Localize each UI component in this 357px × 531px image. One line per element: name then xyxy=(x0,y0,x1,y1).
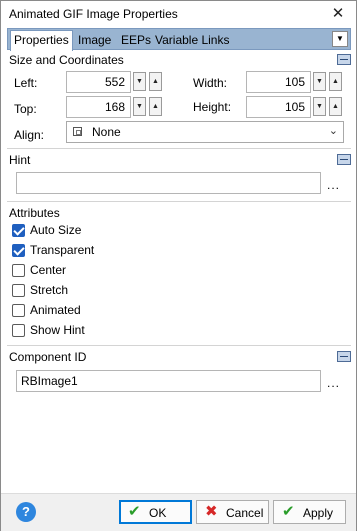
checkbox-label: Stretch xyxy=(30,283,69,297)
tab-eeps[interactable]: EEPs xyxy=(118,31,154,50)
height-increment-icon[interactable]: ▲ xyxy=(329,97,342,116)
width-decrement-icon[interactable]: ▼ xyxy=(313,72,326,91)
checkbox-label: Show Hint xyxy=(30,323,85,337)
tab-dropdown-icon[interactable]: ▼ xyxy=(332,31,348,47)
help-icon[interactable]: ? xyxy=(16,502,36,522)
top-input[interactable]: 168 xyxy=(66,96,131,118)
width-label: Width: xyxy=(193,76,228,90)
left-increment-icon[interactable]: ▲ xyxy=(149,72,162,91)
size-collapse-icon[interactable] xyxy=(337,54,351,65)
checkbox-box xyxy=(12,284,25,297)
checkbox-label: Center xyxy=(30,263,67,277)
height-decrement-icon[interactable]: ▼ xyxy=(313,97,326,116)
tab-variable-links[interactable]: Variable Links xyxy=(152,31,232,50)
left-input[interactable]: 552 xyxy=(66,71,131,93)
checkbox-box xyxy=(12,224,25,237)
checkbox-label: Transparent xyxy=(30,243,95,257)
divider xyxy=(7,345,351,346)
top-label: Top: xyxy=(14,102,37,116)
component-id-collapse-icon[interactable] xyxy=(337,351,351,362)
tab-bar: Properties Image EEPs Variable Links ▼ xyxy=(7,28,351,51)
title-bar: Animated GIF Image Properties ✕ xyxy=(1,1,356,27)
component-id-group-header: Component ID xyxy=(9,350,87,364)
hint-collapse-icon[interactable] xyxy=(337,154,351,165)
align-value: None xyxy=(92,125,121,139)
hint-input[interactable] xyxy=(16,172,321,194)
tab-properties[interactable]: Properties xyxy=(10,30,73,51)
divider xyxy=(7,201,351,202)
window-title: Animated GIF Image Properties xyxy=(9,7,178,21)
align-select[interactable]: None ⌄ xyxy=(66,121,344,143)
align-none-icon xyxy=(73,127,82,136)
component-id-browse-button[interactable]: ... xyxy=(327,376,340,390)
top-decrement-icon[interactable]: ▼ xyxy=(133,97,146,116)
checkbox-box xyxy=(12,304,25,317)
ok-label: OK xyxy=(149,506,167,520)
left-label: Left: xyxy=(14,76,38,90)
ok-button[interactable]: ✔ OK xyxy=(119,500,192,524)
width-input[interactable]: 105 xyxy=(246,71,311,93)
divider xyxy=(7,148,351,149)
hint-group-header: Hint xyxy=(9,153,31,167)
button-bar: ? ✔ OK ✖ Cancel ✔ Apply xyxy=(1,493,356,531)
properties-dialog: Animated GIF Image Properties ✕ Properti… xyxy=(0,0,357,531)
double-check-icon: ✔ xyxy=(282,503,295,520)
cancel-button[interactable]: ✖ Cancel xyxy=(196,500,269,524)
checkbox-box xyxy=(12,264,25,277)
hint-browse-button[interactable]: ... xyxy=(327,178,340,192)
size-group-header: Size and Coordinates xyxy=(9,53,124,67)
cancel-x-icon: ✖ xyxy=(205,503,218,520)
height-input[interactable]: 105 xyxy=(246,96,311,118)
checkbox-label: Animated xyxy=(30,303,81,317)
top-increment-icon[interactable]: ▲ xyxy=(149,97,162,116)
cancel-label: Cancel xyxy=(226,506,264,520)
checkmark-icon: ✔ xyxy=(128,503,141,520)
close-icon[interactable]: ✕ xyxy=(328,4,348,24)
component-id-input[interactable]: RBImage1 xyxy=(16,370,321,392)
width-increment-icon[interactable]: ▲ xyxy=(329,72,342,91)
apply-button[interactable]: ✔ Apply xyxy=(273,500,346,524)
tab-image[interactable]: Image xyxy=(75,31,114,50)
left-decrement-icon[interactable]: ▼ xyxy=(133,72,146,91)
checkbox-box xyxy=(12,244,25,257)
align-label: Align: xyxy=(14,128,45,142)
apply-label: Apply xyxy=(303,506,334,520)
height-label: Height: xyxy=(193,100,232,114)
chevron-down-icon: ⌄ xyxy=(328,125,338,137)
checkbox-label: Auto Size xyxy=(30,223,82,237)
attributes-group-header: Attributes xyxy=(9,206,60,220)
checkbox-box xyxy=(12,324,25,337)
